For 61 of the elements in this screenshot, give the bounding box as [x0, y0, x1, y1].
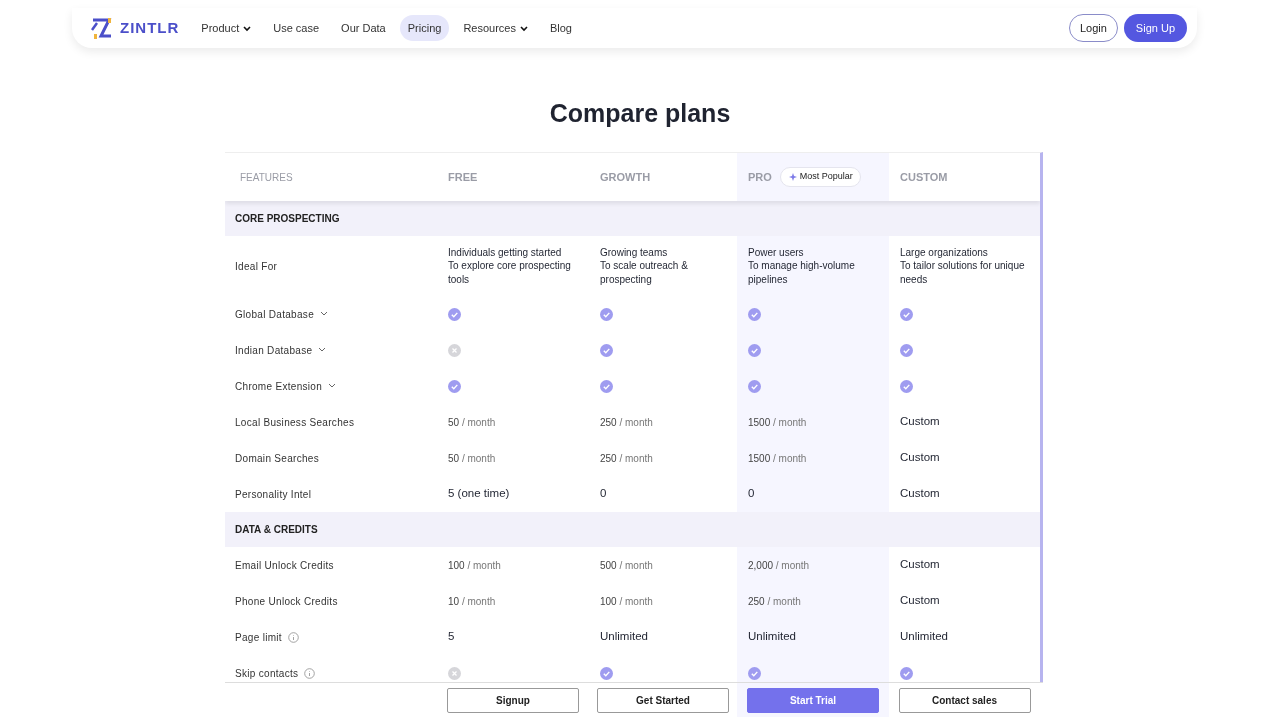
quota-value: 100 / month	[600, 594, 653, 609]
plan-cta-button[interactable]: Start Trial	[747, 687, 879, 713]
quota-value: 250 / month	[600, 415, 653, 430]
brand-name[interactable]: ZINTLR	[120, 16, 180, 40]
quota-value: 2,000 / month	[748, 558, 810, 573]
feature-label: Ideal For	[235, 259, 278, 274]
quota-value: 1500 / month	[748, 415, 807, 430]
cell-value: 5	[448, 629, 455, 645]
plan-description: Individuals getting started To explore core prospecting tools	[448, 245, 572, 287]
page-title: Compare plans	[548, 98, 732, 128]
feature-label: Skip contacts	[235, 666, 299, 681]
cell-value: Unlimited	[600, 629, 648, 645]
feature-label: Local Business Searches	[235, 415, 355, 430]
nav-link[interactable]: Resources	[455, 14, 536, 42]
cell-value: Unlimited	[900, 629, 948, 645]
plan-cta-button[interactable]: Get Started	[597, 687, 729, 713]
nav-link[interactable]: Blog	[541, 14, 580, 42]
feature-label: Email Unlock Credits	[235, 558, 334, 573]
column-header: PRO	[748, 169, 772, 185]
cell-value: 5 (one time)	[448, 486, 510, 502]
cell-value: 0	[748, 486, 755, 502]
column-header: CUSTOM	[900, 169, 948, 185]
quota-value: 100 / month	[448, 558, 501, 573]
login-button[interactable]: Login	[1068, 13, 1118, 43]
section-header: DATA & CREDITS	[225, 512, 1040, 547]
cell-value: Custom	[900, 414, 940, 430]
cell-value: Custom	[900, 557, 940, 573]
popular-badge: Most Popular	[779, 167, 861, 187]
column-header: FEATURES	[240, 170, 293, 185]
cell-value: Custom	[900, 450, 940, 466]
feature-label: Domain Searches	[235, 451, 319, 466]
feature-label: Indian Database	[235, 343, 313, 358]
plan-description: Power users To manage high-volume pipelines	[748, 245, 856, 287]
cell-value: Unlimited	[748, 629, 796, 645]
plan-cta-button[interactable]: Signup	[447, 687, 579, 713]
quota-value: 500 / month	[600, 558, 653, 573]
quota-value: 10 / month	[448, 594, 496, 609]
column-header: GROWTH	[600, 169, 651, 185]
quota-value: 50 / month	[448, 415, 496, 430]
quota-value: 250 / month	[600, 451, 653, 466]
plan-description: Large organizations To tailor solutions for unique needs	[900, 245, 1026, 287]
quota-value: 50 / month	[448, 451, 496, 466]
feature-label: Personality Intel	[235, 487, 312, 502]
nav-link[interactable]: Pricing	[399, 14, 450, 42]
feature-label: Phone Unlock Credits	[235, 594, 338, 609]
nav-link[interactable]: Our Data	[333, 14, 394, 42]
feature-label: Global Database	[235, 307, 314, 322]
quota-value: 1500 / month	[748, 451, 807, 466]
cell-value: 0	[600, 486, 607, 502]
cell-value: Custom	[900, 486, 940, 502]
quota-value: 250 / month	[748, 594, 801, 609]
nav-link[interactable]: Product	[193, 14, 260, 42]
feature-label: Chrome Extension	[235, 379, 323, 394]
cell-value: Custom	[900, 593, 940, 609]
sign-up-button[interactable]: Sign Up	[1123, 13, 1187, 43]
section-header: CORE PROSPECTING	[225, 201, 1040, 236]
feature-label: Page limit	[235, 630, 282, 645]
plan-cta-button[interactable]: Contact sales	[898, 687, 1031, 713]
nav-link[interactable]: Use case	[265, 14, 328, 42]
plan-description: Growing teams To scale outreach & prospecting	[600, 245, 689, 287]
column-header: FREE	[448, 169, 478, 185]
